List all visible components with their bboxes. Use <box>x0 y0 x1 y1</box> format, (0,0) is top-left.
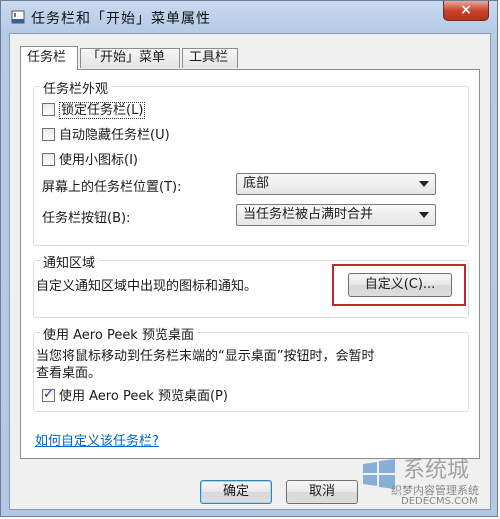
ok-button[interactable]: 确定 <box>200 480 272 504</box>
title-bar[interactable]: 任务栏和「开始」菜单属性 × <box>1 1 497 33</box>
lock-taskbar-option[interactable]: 锁定任务栏(L) <box>42 99 146 119</box>
watermark-brand: 系统城 <box>403 458 470 483</box>
autohide-label: 自动隐藏任务栏(U) <box>59 128 170 143</box>
autohide-taskbar-option[interactable]: 自动隐藏任务栏(U) <box>42 124 170 143</box>
window-title: 任务栏和「开始」菜单属性 <box>31 11 211 27</box>
group-aero-peek: 使用 Aero Peek 预览桌面 当您将鼠标移动到任务栏末端的“显示桌面”按钮… <box>33 324 469 412</box>
close-icon: × <box>460 2 472 18</box>
aero-peek-label: 使用 Aero Peek 预览桌面(P) <box>59 389 228 404</box>
tab-toolbars[interactable]: 工具栏 <box>182 48 238 68</box>
group-notification-area: 通知区域 自定义通知区域中出现的图标和通知。 自定义(C)... <box>33 252 469 318</box>
taskbar-buttons-label: 任务栏按钮(B): <box>42 211 131 226</box>
dropdown-arrow-icon <box>419 181 429 187</box>
group-title-appearance: 任务栏外观 <box>40 78 112 97</box>
close-button[interactable]: × <box>443 1 489 21</box>
autohide-checkbox[interactable] <box>42 128 55 141</box>
small-icons-checkbox[interactable] <box>42 153 55 166</box>
properties-window: 任务栏和「开始」菜单属性 × 任务栏 「开始」菜单 工具栏 任务栏外观 锁定任务… <box>0 0 498 517</box>
taskbar-buttons-value: 当任务栏被占满时合并 <box>243 207 374 222</box>
taskbar-position-label: 屏幕上的任务栏位置(T): <box>42 180 182 195</box>
taskbar-position-value: 底部 <box>243 176 270 191</box>
help-customize-taskbar-link[interactable]: 如何自定义该任务栏? <box>35 430 159 449</box>
small-icons-option[interactable]: 使用小图标(I) <box>42 149 138 168</box>
tab-taskbar[interactable]: 任务栏 <box>20 46 78 70</box>
taskbar-buttons-select[interactable]: 当任务栏被占满时合并 <box>236 204 436 226</box>
customize-notification-button[interactable]: 自定义(C)... <box>348 273 452 297</box>
aero-peek-checkbox[interactable] <box>42 387 55 402</box>
aero-peek-description-line2: 查看桌面。 <box>36 366 102 381</box>
aero-peek-option[interactable]: 使用 Aero Peek 预览桌面(P) <box>42 385 228 404</box>
tab-panel-taskbar: 任务栏外观 锁定任务栏(L) 自动隐藏任务栏(U) 使用小图标(I) 屏幕上的任… <box>20 69 480 459</box>
watermark: 系统城 织梦内容管理系统 DEDECMS.COM <box>353 450 493 510</box>
taskbar-position-select[interactable]: 底部 <box>236 173 436 195</box>
dialog-client-area: 任务栏 「开始」菜单 工具栏 任务栏外观 锁定任务栏(L) 自动隐藏任务栏(U) <box>9 33 491 510</box>
cancel-button[interactable]: 取消 <box>286 480 358 504</box>
notification-description: 自定义通知区域中出现的图标和通知。 <box>36 279 258 294</box>
lock-taskbar-label: 锁定任务栏(L) <box>59 102 146 119</box>
lock-taskbar-checkbox[interactable] <box>42 103 55 116</box>
tab-start-menu[interactable]: 「开始」菜单 <box>80 48 180 68</box>
dropdown-arrow-icon <box>419 212 429 218</box>
group-taskbar-appearance: 任务栏外观 锁定任务栏(L) 自动隐藏任务栏(U) 使用小图标(I) 屏幕上的任… <box>33 78 469 246</box>
taskbar-properties-icon <box>11 10 25 24</box>
group-title-aero-peek: 使用 Aero Peek 预览桌面 <box>40 324 197 343</box>
group-title-notification: 通知区域 <box>40 252 99 271</box>
watermark-line2: DEDECMS.COM <box>401 496 478 507</box>
small-icons-label: 使用小图标(I) <box>59 153 138 168</box>
